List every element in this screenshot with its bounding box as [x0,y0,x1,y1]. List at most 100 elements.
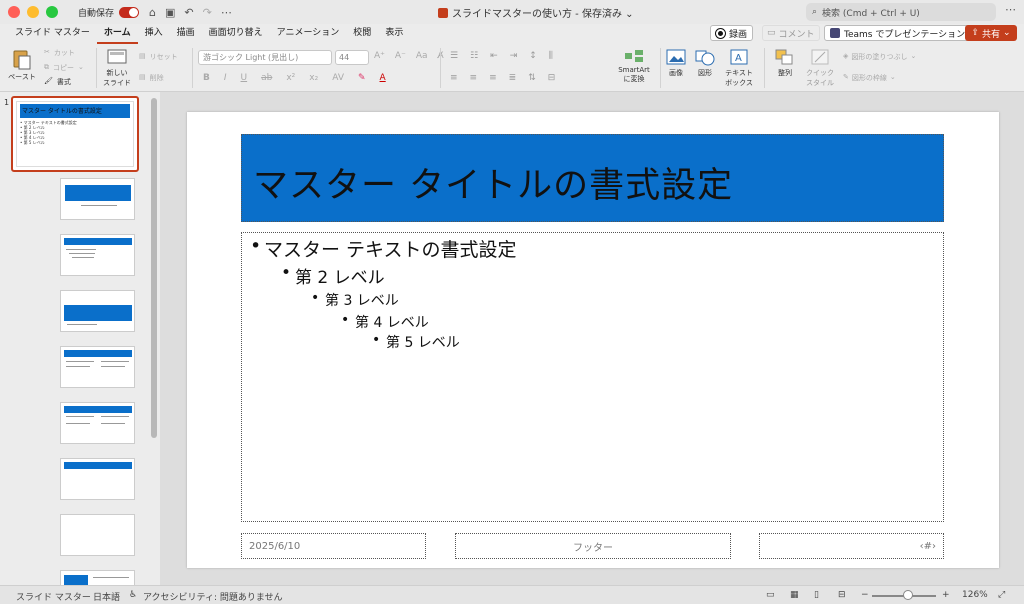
quick-style-button[interactable]: クイック スタイル [804,48,836,88]
font-size-select[interactable]: 44 [335,50,369,65]
record-button[interactable]: 録画 [710,25,754,41]
new-slide-button[interactable]: 新しい スライド [100,48,134,88]
justify-icon[interactable]: ≣ [509,73,517,83]
accessibility-status[interactable]: アクセシビリティ: 問題ありません [143,590,283,603]
copy-icon: ⧉ [44,63,49,71]
layout-thumbnail[interactable] [60,402,135,444]
copy-label: コピー [53,64,74,72]
copy-button[interactable]: ⧉ コピー ⌄ [44,63,84,73]
font-name-select[interactable]: 游ゴシック Light (見出し) [198,50,332,65]
text-direction-icon[interactable]: ⇅ [528,73,536,83]
tab-slide-master[interactable]: スライド マスター [8,24,97,44]
document-title[interactable]: スライドマスターの使い方 - 保存済み ⌄ [438,5,634,20]
share-label: 共有 [981,29,1000,40]
slide-thumbnail-panel[interactable]: 1 マスター タイトルの書式設定 • マスター テキストの書式設定 • 第 2 … [0,92,160,586]
thumbnail-scrollbar[interactable] [151,98,157,438]
layout-thumbnail[interactable] [60,458,135,500]
redo-icon[interactable]: ↷ [203,6,212,19]
language[interactable]: 日本語 [93,590,120,603]
shape-fill-button[interactable]: ◈ 図形の塗りつぶし ⌄ [843,52,916,62]
layout-thumbnail[interactable] [60,346,135,388]
tab-animations[interactable]: アニメーション [270,24,347,44]
home-icon[interactable]: ⌂ [149,6,156,19]
italic-icon[interactable]: I [224,73,227,83]
columns-icon[interactable]: ⫼ [549,51,553,61]
body-placeholder[interactable]: マスター テキストの書式設定 第 2 レベル 第 3 レベル 第 4 レベル 第… [241,232,944,522]
superscript-icon[interactable]: x² [286,73,295,83]
slideshow-icon[interactable]: ⊟ [838,590,846,600]
zoom-window-button[interactable] [46,6,58,18]
fit-to-window-icon[interactable]: ⤢ [998,590,1005,600]
autosave-toggle[interactable] [119,6,140,18]
font-color-icon[interactable]: A [380,73,386,83]
slide-sorter-icon[interactable]: ▦ [790,590,799,600]
zoom-in-icon[interactable]: + [942,590,950,600]
shape-button[interactable]: 図形 [692,48,718,78]
tab-insert[interactable]: 挿入 [138,24,170,44]
grow-font-icon[interactable]: A⁺ [374,51,385,61]
master-thumbnail[interactable]: マスター タイトルの書式設定 • マスター テキストの書式設定 • 第 2 レベ… [11,96,139,172]
align-left-icon[interactable]: ≡ [450,73,458,83]
save-icon[interactable]: ▣ [165,6,175,19]
image-button[interactable]: 画像 [664,48,688,78]
tab-draw[interactable]: 描画 [170,24,202,44]
align-right-icon[interactable]: ≡ [489,73,497,83]
share-button[interactable]: ⇪ 共有 ⌄ [965,25,1017,41]
search-placeholder: 検索 (Cmd + Ctrl + U) [822,8,920,19]
search-input[interactable]: ⌕ 検索 (Cmd + Ctrl + U) [806,3,996,21]
format-painter-button[interactable]: 🖌 書式 [44,77,71,87]
date-placeholder[interactable]: 2025/6/10 [241,533,426,559]
underline-icon[interactable]: U [241,73,248,83]
tab-review[interactable]: 校閲 [346,24,378,44]
change-case-icon[interactable]: Aa [416,51,428,61]
delete-button[interactable]: ▤ 削除 [139,73,164,83]
reading-view-icon[interactable]: ▯ [814,590,819,600]
undo-icon[interactable]: ↶ [184,6,193,19]
page-number-placeholder[interactable]: ‹#› [759,533,944,559]
increase-indent-icon[interactable]: ⇥ [510,51,518,61]
char-spacing-icon[interactable]: AV [332,73,344,83]
layout-thumbnail[interactable] [60,290,135,332]
bullets-icon[interactable]: ☰ [450,51,458,61]
reset-button[interactable]: ▤ リセット [139,52,178,62]
decrease-indent-icon[interactable]: ⇤ [490,51,498,61]
zoom-out-icon[interactable]: − [861,590,869,600]
textbox-button[interactable]: A テキスト ボックス [723,48,755,88]
paragraph-controls-bottom: ≡ ≡ ≡ ≣ ⇅ ⊟ [450,73,555,83]
minimize-window-button[interactable] [27,6,39,18]
numbering-icon[interactable]: ☷ [470,51,478,61]
cut-button[interactable]: ✂ カット [44,48,75,58]
align-text-icon[interactable]: ⊟ [548,73,556,83]
shrink-font-icon[interactable]: A⁻ [395,51,406,61]
more-options-icon[interactable]: ⋯ [1005,3,1016,16]
footer-placeholder[interactable]: フッター [455,533,731,559]
highlight-icon[interactable]: ✎ [358,73,366,83]
zoom-slider-handle[interactable] [903,590,913,600]
smartart-button[interactable]: SmartArt に変換 [612,48,656,84]
teams-present-button[interactable]: Teams でプレゼンテーション [824,25,972,41]
slide-master-canvas[interactable]: マスター タイトルの書式設定 マスター テキストの書式設定 第 2 レベル 第 … [187,112,999,568]
subscript-icon[interactable]: x₂ [309,73,318,83]
tab-view[interactable]: 表示 [378,24,410,44]
shape-outline-button[interactable]: ✎ 図形の枠線 ⌄ [843,73,896,83]
tab-home[interactable]: ホーム [96,24,138,44]
layout-thumbnail[interactable] [60,570,135,586]
zoom-level[interactable]: 126% [962,590,988,600]
arrange-button[interactable]: 整列 [770,48,800,78]
paste-button[interactable]: ペースト [8,48,36,82]
align-center-icon[interactable]: ≡ [470,73,478,83]
line-spacing-icon[interactable]: ↕ [529,51,537,61]
tab-transitions[interactable]: 画面切り替え [202,24,270,44]
normal-view-icon[interactable]: ▭ [766,590,775,600]
comment-button[interactable]: ▭ コメント [762,25,820,41]
layout-thumbnail[interactable] [60,234,135,276]
autosave-label: 自動保存 [78,8,115,19]
close-window-button[interactable] [8,6,20,18]
layout-thumbnail[interactable] [60,178,135,220]
more-commands-icon[interactable]: ⋯ [221,6,232,19]
paste-label: ペースト [8,73,36,81]
title-placeholder[interactable]: マスター タイトルの書式設定 [241,134,944,222]
bold-icon[interactable]: B [203,73,210,83]
strikethrough-icon[interactable]: ab [261,73,272,83]
layout-thumbnail[interactable] [60,514,135,556]
